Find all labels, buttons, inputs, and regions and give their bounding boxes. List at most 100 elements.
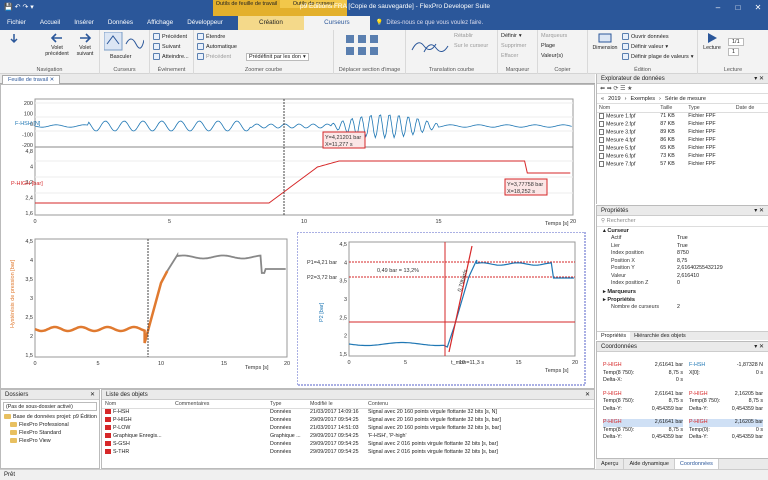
file-row[interactable]: Mesure 2.fpf 87 KB Fichier FPF	[597, 120, 768, 128]
automatique-button[interactable]: Automatique	[197, 43, 237, 50]
object-row[interactable]: P-LOW Données 21/03/2017 14:51:03 Signal av…	[102, 424, 594, 432]
object-row[interactable]: Graphique Enregis... Graphique ... 29/09/2…	[102, 432, 594, 440]
section-proprietes[interactable]: ▸ Propriétés	[597, 296, 768, 304]
object-row[interactable]: S-GSH Données 29/09/2017 09:54:25 Signal av…	[102, 440, 594, 448]
ouvrir-donnees-button[interactable]: Ouvrir données	[622, 33, 669, 40]
worksheet-canvas[interactable]: 200 100 0 -100 -200 4,8 4 3,2 2,4 1,6 0 5 10 15 20 F…	[0, 84, 595, 389]
close-panel-icon[interactable]: ▾ ✕	[754, 74, 764, 84]
file-row[interactable]: Mesure 5.fpf 65 KB Fichier FPF	[597, 144, 768, 152]
chart-pressure-detail[interactable]: 4,543,532,521,5 0 5 10 15 20 P1=4,21 bar P2=…	[297, 232, 587, 387]
close-panel-icon[interactable]: ▾ ✕	[754, 206, 764, 216]
event-goto-button[interactable]: Atteindre...	[153, 53, 189, 60]
retablir-button[interactable]: Rétablir	[454, 33, 473, 39]
translate-curve-icon[interactable]	[410, 34, 450, 56]
file-row[interactable]: Mesure 3.fpf 89 KB Fichier FPF	[597, 128, 768, 136]
zoom-prev-button[interactable]: Précédent	[197, 53, 231, 60]
copy-valeurs-button[interactable]: Valeur(s)	[541, 53, 563, 59]
property-row[interactable]: Position Y 2,61640255432129	[597, 265, 768, 273]
property-row[interactable]: Nombre de curseurs 2	[597, 304, 768, 312]
col-taille[interactable]: Taille	[658, 104, 687, 113]
property-row[interactable]: Actif True	[597, 235, 768, 243]
folder-item[interactable]: FlexPro View	[4, 437, 99, 445]
coord-row-selected[interactable]: P-HIGH 2,61641 bar	[603, 419, 683, 427]
breadcrumb-item-2[interactable]: Exemples	[630, 94, 655, 103]
property-row[interactable]: Index position Z 0	[597, 280, 768, 288]
chart-hysteresis[interactable]: 4,5 4 3,5 3 2,5 2 1,5 0 5 10 15 20 Hystérésis de p…	[5, 233, 291, 385]
tab-hierarchie[interactable]: Hiérarchie des objets	[630, 332, 690, 340]
close-panel-icon[interactable]: ▾ ✕	[754, 342, 764, 352]
col-commentaires[interactable]: Commentaires	[172, 400, 267, 409]
tab-donnees[interactable]: Données	[101, 16, 140, 30]
prev-pane-button[interactable]: Volet précédent	[44, 32, 70, 57]
object-row[interactable]: S-THR Données 29/09/2017 09:54:25 Signal av…	[102, 448, 594, 456]
col-nom[interactable]: Nom	[102, 400, 172, 409]
file-row[interactable]: Mesure 4.fpf 86 KB Fichier FPF	[597, 136, 768, 144]
zoom-preset-dropdown[interactable]: Prédéfinit par les don ▾	[246, 53, 309, 61]
breadcrumb-item-1[interactable]: 2019	[608, 94, 620, 103]
dimension-button[interactable]: Dimension	[590, 32, 620, 51]
sur-curseur-button[interactable]: Sur le curseur	[454, 43, 488, 49]
close-panel-icon[interactable]: ✕	[90, 390, 95, 400]
copy-marqueurs-button[interactable]: Marqueurs	[541, 33, 567, 39]
folder-item[interactable]: Base de données projet: p9 Édition	[4, 413, 99, 421]
etendre-button[interactable]: Étendre	[197, 33, 225, 40]
tab-aide-dynamique[interactable]: Aide dynamique	[624, 459, 675, 469]
definir-button[interactable]: Définir ▾	[501, 33, 522, 39]
section-curseur[interactable]: ▴ Curseur	[597, 227, 768, 235]
file-row[interactable]: Mesure 7.fpf 57 KB Fichier FPF	[597, 160, 768, 168]
property-search[interactable]: ⚲ Rechercher	[597, 216, 768, 227]
minimize-icon[interactable]: –	[708, 0, 728, 16]
property-row[interactable]: Valeur 2,616410	[597, 273, 768, 281]
breadcrumb-item-3[interactable]: Série de mesure	[665, 94, 706, 103]
quick-access-icons[interactable]: 💾 ↶ ↷ ▾	[4, 3, 34, 11]
tab-worksheet[interactable]: Feuille de travail ✕	[2, 75, 61, 84]
file-row[interactable]: Mesure 6.fpf 73 KB Fichier FPF	[597, 152, 768, 160]
file-row[interactable]: Mesure 1.fpf 71 KB Fichier FPF	[597, 112, 768, 120]
copy-plage-button[interactable]: Plage	[541, 43, 555, 49]
tab-fichier[interactable]: Fichier	[0, 16, 33, 30]
tab-inserer[interactable]: Insérer	[67, 16, 101, 30]
collapse-button[interactable]	[4, 32, 24, 45]
close-panel-icon[interactable]: ✕	[585, 390, 590, 400]
pan-arrows-icon[interactable]	[344, 33, 396, 57]
tell-me-box[interactable]: Dites-nous ce que vous voulez faire.	[386, 16, 483, 30]
folder-item[interactable]: FlexPro Professional	[4, 421, 99, 429]
property-row[interactable]: Index position 8750	[597, 250, 768, 258]
definir-plage-button[interactable]: Définir plage de valeurs ▾	[622, 53, 694, 60]
tab-proprietes[interactable]: Propriétés	[597, 332, 631, 340]
col-type[interactable]: Type	[686, 104, 734, 113]
tab-affichage[interactable]: Affichage	[140, 16, 180, 30]
explorer-toolbar-icons[interactable]: ⬅ ➡ ⟳ ☰ ★	[600, 86, 633, 92]
event-next-button[interactable]: Suivant	[153, 43, 180, 50]
event-prev-button[interactable]: Précédent	[153, 33, 187, 40]
object-row[interactable]: P-HIGH Données 29/09/2017 09:54:25 Signal a…	[102, 416, 594, 424]
chart-recorder[interactable]: 2001000-100-200 4,843,22,41,6 0 5 10 15 20 F…	[5, 89, 589, 229]
object-row[interactable]: F-HSH Données 21/03/2017 14:09:16 Signal av…	[102, 408, 594, 416]
col-nom[interactable]: Nom	[597, 104, 659, 113]
next-pane-button[interactable]: Volet suivant	[72, 32, 98, 57]
speed-field[interactable]: 1/1	[728, 38, 744, 46]
folder-item[interactable]: FlexPro Standard	[4, 429, 99, 437]
section-marqueurs[interactable]: ▸ Marqueurs	[597, 288, 768, 296]
supprimer-button[interactable]: Supprimer	[501, 43, 526, 49]
property-row[interactable]: Lier True	[597, 243, 768, 251]
cursor-modes-icon[interactable]	[104, 32, 144, 52]
col-type[interactable]: Type	[267, 400, 307, 409]
bascule-button[interactable]: Basculer	[110, 54, 131, 60]
col-modifie[interactable]: Modifié le	[307, 400, 365, 409]
col-contenu[interactable]: Contenu	[365, 400, 594, 409]
tab-coordonnees[interactable]: Coordonnées	[674, 459, 719, 469]
lecture-button[interactable]: Lecture	[700, 32, 724, 51]
maximize-icon[interactable]: □	[728, 0, 748, 16]
tab-apercu[interactable]: Aperçu	[596, 459, 625, 469]
col-date[interactable]: Date de	[733, 104, 768, 113]
close-icon[interactable]: ✕	[748, 0, 768, 16]
definir-valeur-button[interactable]: Définir valeur ▾	[622, 43, 668, 50]
coord-row-selected[interactable]: P-HIGH 2,16205 bar	[689, 419, 763, 427]
tab-accueil[interactable]: Accueil	[33, 16, 67, 30]
step-field[interactable]: 1	[728, 48, 740, 56]
tab-creation[interactable]: Création	[237, 16, 304, 30]
property-row[interactable]: Position X 8,75	[597, 258, 768, 266]
tab-curseurs[interactable]: Curseurs	[303, 16, 370, 30]
folder-filter-dropdown[interactable]: (Pas de sous-dossier activé)	[3, 402, 97, 411]
